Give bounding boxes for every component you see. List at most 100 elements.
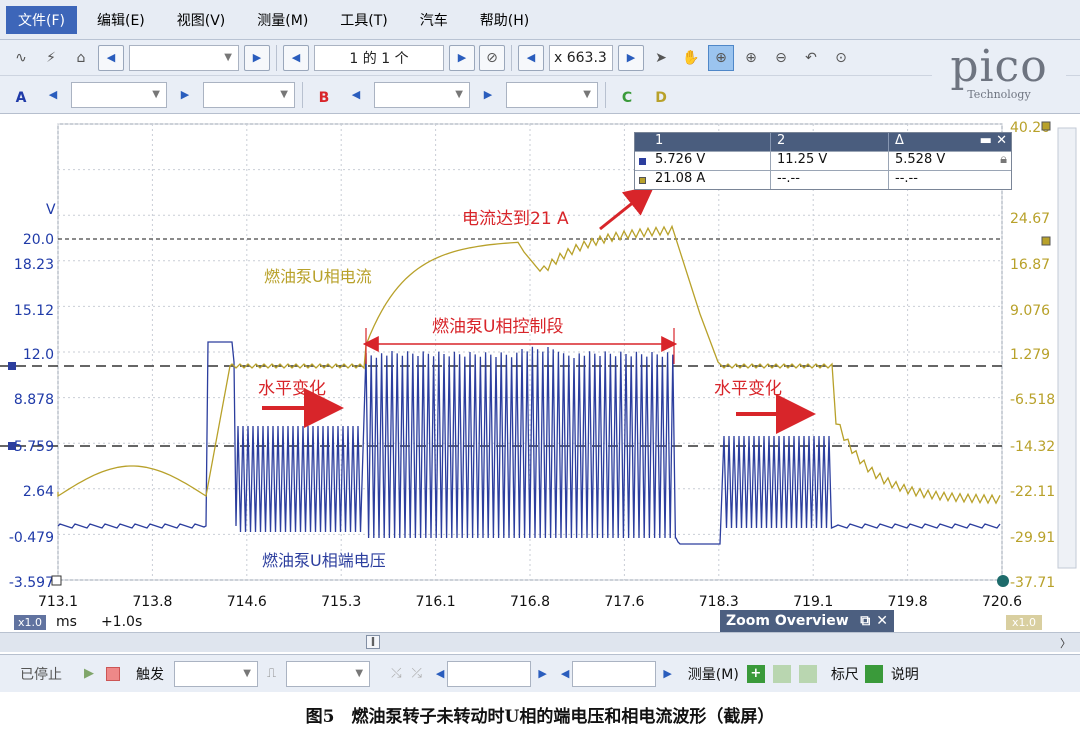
x-axis-strip: x1.0 ms +1.0s x1.0 [0,612,1080,632]
measurements-table[interactable]: 1 2 Δ ▬ ✕ 5.726 V 11.25 V 5.528 V 🔒︎ 21.… [634,132,1012,190]
right-tick-label: 9.076 [1010,303,1050,319]
hand-icon[interactable]: ✋ [678,45,704,71]
row2-value2: --.-- [771,171,889,189]
channel-b-coupling[interactable]: ▼ [506,81,598,108]
channel-a-coupling[interactable]: ▼ [203,81,295,108]
x-tick-label: 716.8 [510,594,550,610]
trigger-channel-combo[interactable]: ▼ [286,660,371,687]
menu-view[interactable]: 视图(V) [165,6,238,34]
x-offset: +1.0s [100,614,143,630]
x-zoom-badge[interactable]: x1.0 [14,614,47,630]
restore-icon[interactable]: ⧉ [860,613,870,629]
chevron-down-icon: ▼ [355,668,364,679]
left-tick-label: 18.23 [14,257,54,273]
timebase-combo[interactable]: ▼ [129,44,239,71]
x-tick-label: 715.3 [321,594,361,610]
run-icon[interactable]: ▶ [84,666,94,681]
x-tick-label: 714.6 [227,594,267,610]
horizontal-scrollbar[interactable]: ‖ 〉 [0,632,1080,652]
stop-icon[interactable] [106,666,120,681]
voltage-trace-label: 燃油泵U相端电压 [262,551,386,570]
channel-b-range[interactable]: ▼ [374,81,470,108]
scroll-right-arrow[interactable]: 〉 [1060,635,1071,651]
pointer-icon[interactable]: ➤ [648,45,674,71]
pretrigger-field[interactable] [572,660,657,687]
edit-measurement-icon[interactable] [798,664,817,683]
prev-left-arrow[interactable]: ◀ [98,44,124,71]
channel-a-button[interactable]: A [6,82,36,108]
channel-a-range[interactable]: ▼ [71,81,167,108]
zoom-in-icon[interactable]: ⊕ [738,45,764,71]
level-change-right-label: 水平变化 [714,379,782,399]
trigger-edge-icon[interactable]: ⎍ [267,666,276,681]
menu-edit[interactable]: 编辑(E) [85,6,157,34]
scroll-thumb[interactable]: ‖ [366,635,380,649]
zoom-select-icon[interactable]: ⊕ [708,44,734,71]
channel-a-next[interactable]: ▶ [172,82,198,108]
zoom-prev-button[interactable]: ◀ [518,44,544,71]
ruler-icon[interactable] [864,664,883,683]
ruler-handle-1[interactable] [8,362,16,370]
channel-a-swatch [638,157,646,165]
close-icon[interactable]: ✕ [876,613,888,629]
menu-help[interactable]: 帮助(H) [468,6,541,34]
right-scale-top-handle[interactable] [1041,121,1051,131]
pretrigger-prev-button[interactable]: ◀ [561,667,569,680]
right-tick-label: -22.11 [1010,484,1055,500]
buffer-prev-button[interactable]: ◀ [283,44,309,71]
x-ruler-handle[interactable] [997,575,1009,587]
zoom-fit-icon[interactable]: ⊙ [828,45,854,71]
right-scrollbar[interactable] [1057,127,1077,569]
notes-label[interactable]: 说明 [891,664,919,684]
zoom-next-button[interactable]: ▶ [618,44,644,71]
channel-b-prev[interactable]: ◀ [343,82,369,108]
channel-b-next[interactable]: ▶ [475,82,501,108]
rising-edge-icon[interactable]: ⤯ [391,666,401,681]
remove-measurement-icon[interactable] [772,664,791,683]
next-right-arrow[interactable]: ▶ [244,44,270,71]
x-ruler-handle-left[interactable] [51,575,62,586]
x-tick-label: 716.1 [416,594,456,610]
channel-c-button[interactable]: C [612,82,642,108]
menu-file[interactable]: 文件(F) [6,5,77,34]
channel-b-button[interactable]: B [309,82,339,108]
main-toolbar: ∿ ⚡ ⌂ ◀ ▼ ▶ ◀ 1 的 1 个 ▶ ⊘ ◀ x 663.3 ▶ ➤ … [0,40,1080,76]
x-tick-label: 713.1 [38,594,78,610]
zoom-overview-bar[interactable]: Zoom Overview ⧉ ✕ [720,610,894,632]
trigger-mode-combo[interactable]: ▼ [174,660,258,687]
zoom-value[interactable]: x 663.3 [549,44,613,71]
buffer-next-button[interactable]: ▶ [449,44,475,71]
left-tick-label: -3.597 [9,575,54,591]
zoom-out-icon[interactable]: ⊖ [768,45,794,71]
left-tick-label: -0.479 [9,530,54,546]
lock-icon[interactable]: 🔒︎ [1000,152,1007,170]
channel-a-prev[interactable]: ◀ [40,82,66,108]
ruler-label[interactable]: 标尺 [831,664,859,684]
buffer-index[interactable]: 1 的 1 个 [314,44,444,71]
scope-plot[interactable]: 20.0 18.23 15.12 12.0 8.878 5.759 2.64 -0.479 -3… [0,114,1080,630]
waveform-icon[interactable]: ∿ [8,45,34,71]
x-tick-label: 717.6 [604,594,644,610]
pretrigger-next-button[interactable]: ▶ [663,667,671,680]
chevron-down-icon: ▼ [455,89,463,100]
menu-measure[interactable]: 测量(M) [245,6,320,34]
divider [276,44,277,71]
undo-zoom-icon[interactable]: ↶ [798,45,824,71]
falling-edge-icon[interactable]: ⤰ [412,666,422,681]
trigger-level-field[interactable] [447,660,532,687]
trigger-prev-button[interactable]: ◀ [436,667,444,680]
minimize-icon[interactable]: ▬ [980,133,992,148]
right-axis: 40.2624.6716.879.0761.279-6.518-14.32-22… [1010,120,1055,591]
trigger-next-button[interactable]: ▶ [538,667,546,680]
probe-icon[interactable]: ⚡ [38,45,64,71]
compass-icon[interactable]: ⊘ [479,44,505,71]
close-icon[interactable]: ✕ [996,133,1007,148]
right-scale-handle[interactable] [1041,236,1051,246]
menu-tools[interactable]: 工具(T) [328,6,399,34]
channel-d-button[interactable]: D [646,82,676,108]
menu-auto[interactable]: 汽车 [408,6,460,34]
add-measurement-icon[interactable]: + [746,664,765,683]
measure-label[interactable]: 测量(M) [688,664,739,684]
right-zoom-badge[interactable]: x1.0 [1006,614,1043,630]
home-icon[interactable]: ⌂ [68,45,94,71]
